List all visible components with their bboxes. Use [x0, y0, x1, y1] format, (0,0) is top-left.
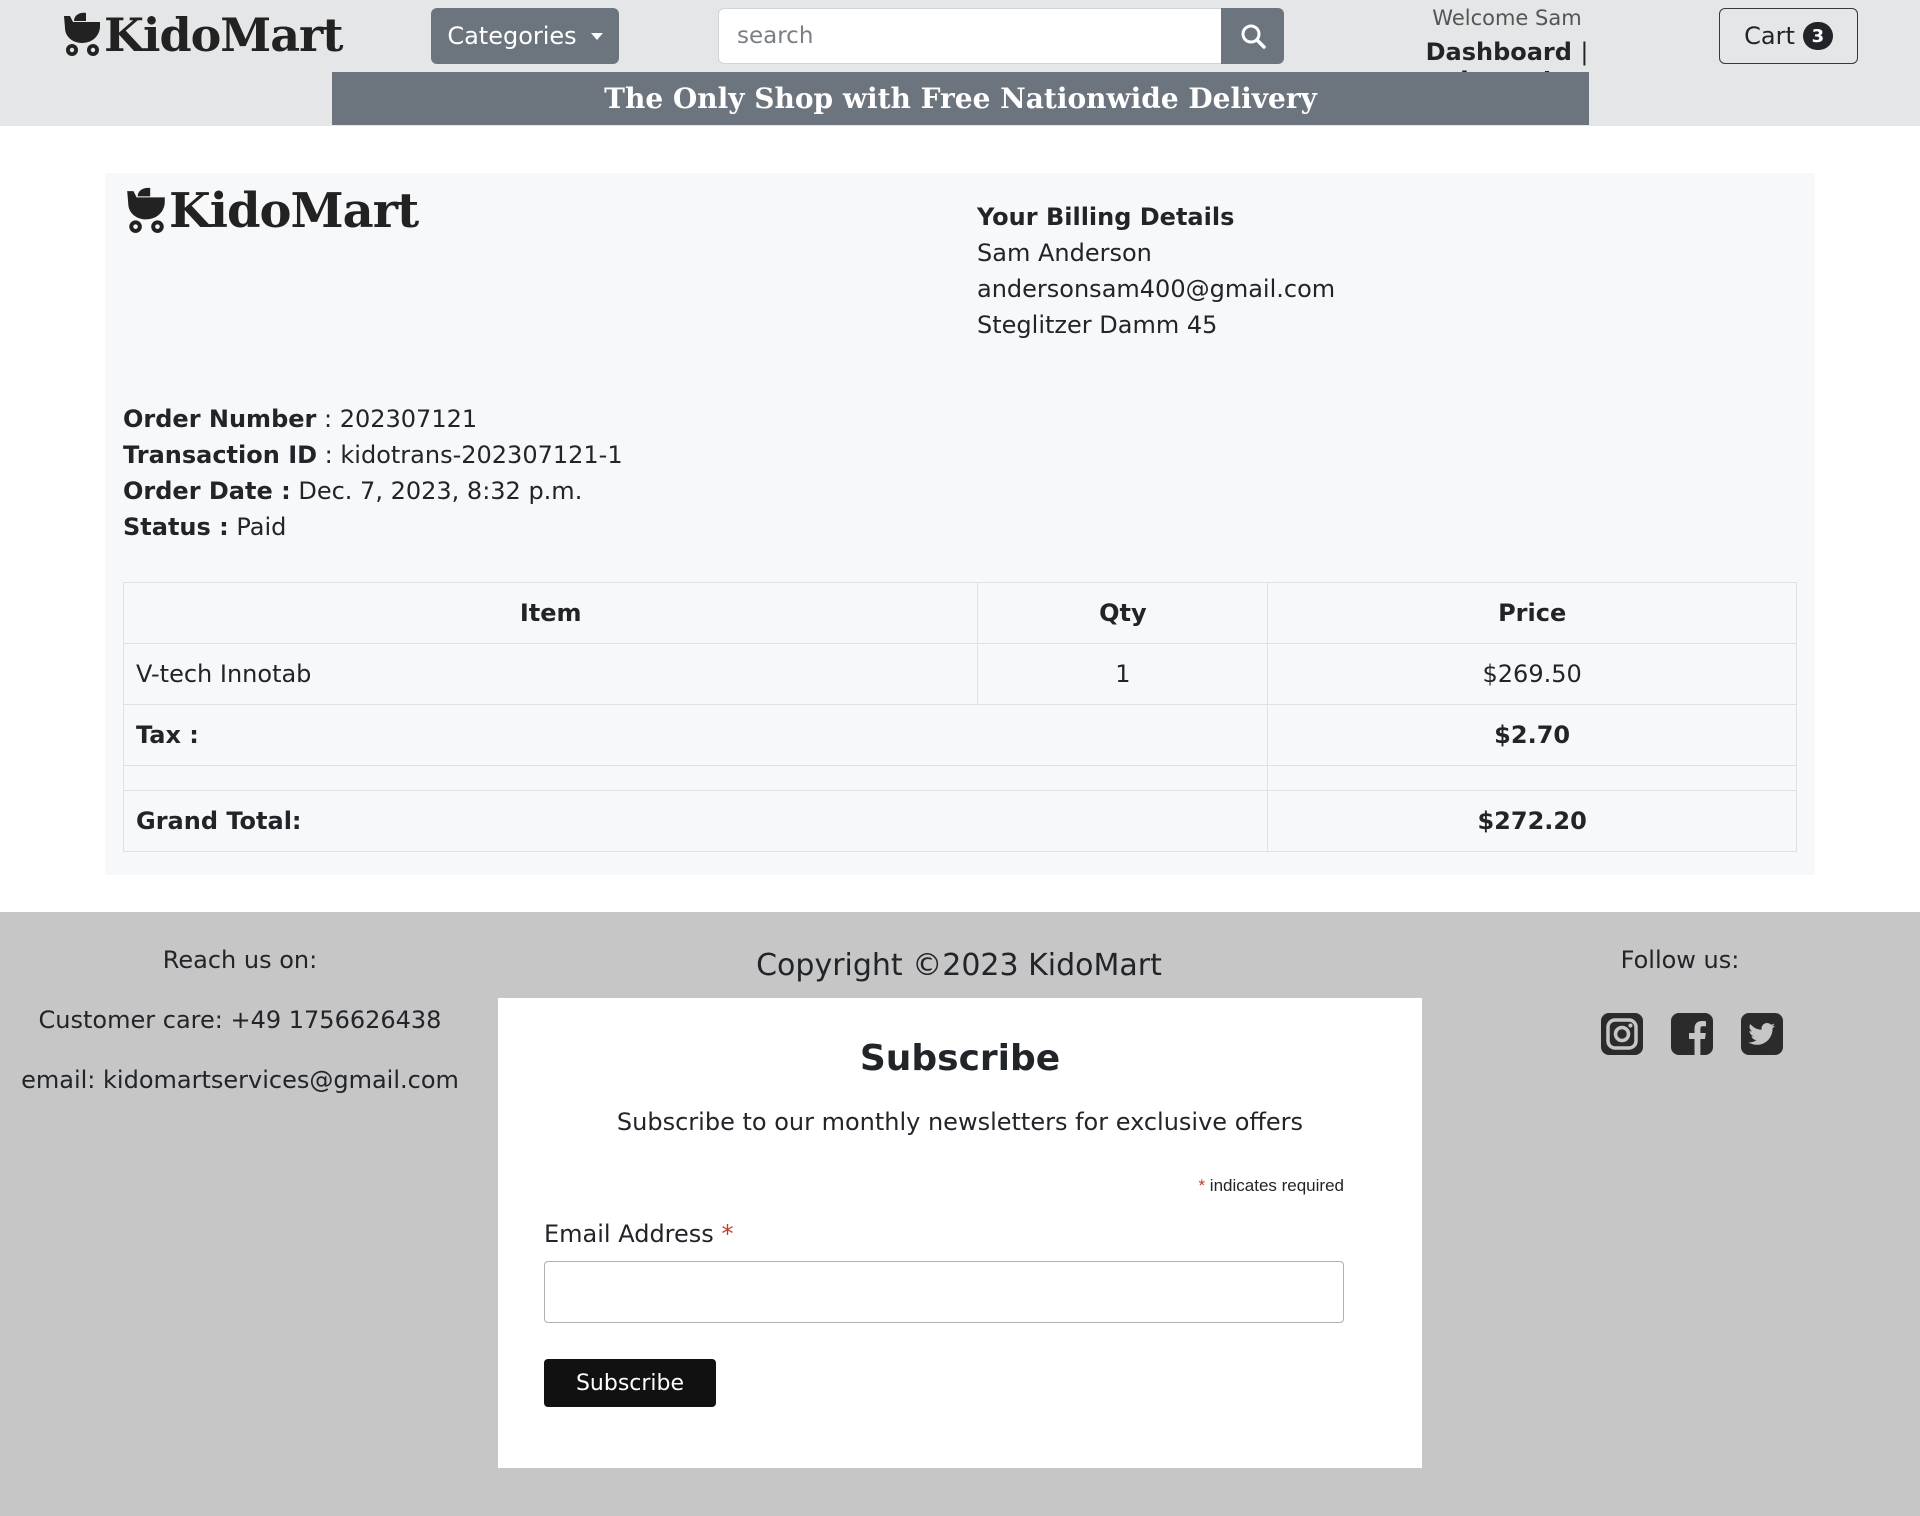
order-items-table: Item Qty Price V-tech Innotab 1 $269.50 …: [122, 582, 1797, 852]
spacer-row: [122, 765, 1797, 791]
customer-care-phone: Customer care: +49 1756626438: [38, 1006, 442, 1034]
follow-us-title: Follow us:: [1620, 946, 1740, 974]
billing-details: Your Billing Details Sam Anderson anders…: [977, 199, 1335, 343]
promo-banner: The Only Shop with Free Nationwide Deliv…: [332, 72, 1589, 125]
status-label: Status :: [123, 513, 229, 541]
status-line: Status : Paid: [123, 509, 623, 545]
contact-email-label: email:: [21, 1066, 96, 1094]
categories-dropdown-button[interactable]: Categories: [431, 8, 619, 64]
search-input[interactable]: [718, 8, 1221, 64]
email-address-label-text: Email Address: [544, 1220, 714, 1248]
subscribe-button[interactable]: Subscribe: [544, 1359, 716, 1407]
grand-total-label: Grand Total:: [122, 790, 1269, 852]
table-row: V-tech Innotab 1 $269.50: [122, 643, 1797, 705]
tax-label: Tax :: [122, 704, 1269, 766]
categories-label: Categories: [447, 22, 577, 50]
order-date-line: Order Date : Dec. 7, 2023, 8:32 p.m.: [123, 473, 623, 509]
required-asterisk: *: [1198, 1176, 1206, 1195]
spacer-cell: [122, 765, 1269, 791]
column-header-qty: Qty: [977, 582, 1269, 644]
link-separator: |: [1580, 38, 1589, 66]
order-date-value: Dec. 7, 2023, 8:32 p.m.: [298, 477, 583, 505]
instagram-icon[interactable]: [1600, 1012, 1644, 1056]
site-footer: Reach us on: Customer care: +49 17566264…: [0, 912, 1920, 1516]
transaction-id-value: kidotrans-202307121-1: [340, 441, 623, 469]
cart-label: Cart: [1744, 22, 1795, 50]
copyright-text: Copyright ©2023 KidoMart: [756, 948, 1162, 983]
cart-button[interactable]: Cart 3: [1719, 8, 1858, 64]
required-note: * indicates required: [1198, 1176, 1344, 1196]
status-value: Paid: [236, 513, 287, 541]
order-date-label: Order Date :: [123, 477, 291, 505]
search-bar: [718, 8, 1284, 64]
tax-row: Tax : $2.70: [122, 704, 1797, 766]
invoice-logo: KidoMart: [123, 183, 419, 239]
billing-name: Sam Anderson: [977, 239, 1152, 267]
item-qty: 1: [977, 643, 1269, 705]
table-header-row: Item Qty Price: [122, 582, 1797, 644]
column-header-price: Price: [1267, 582, 1797, 644]
transaction-id-line: Transaction ID : kidotrans-202307121-1: [123, 441, 623, 469]
search-icon: [1241, 24, 1266, 49]
order-number-label: Order Number: [123, 405, 317, 433]
required-note-text: indicates required: [1209, 1176, 1344, 1195]
reach-us-title: Reach us on:: [162, 946, 318, 974]
twitter-icon[interactable]: [1740, 1012, 1784, 1056]
site-header: KidoMart Categories Welcome Sam Dashboar…: [0, 0, 1920, 126]
order-number-line: Order Number : 202307121: [123, 405, 478, 433]
tax-value: $2.70: [1267, 704, 1797, 766]
email-address-label: Email Address *: [544, 1220, 733, 1248]
facebook-icon[interactable]: [1670, 1012, 1714, 1056]
caret-down-icon: [590, 32, 603, 40]
grand-total-value: $272.20: [1267, 790, 1797, 852]
subscribe-title: Subscribe: [859, 1038, 1061, 1079]
search-button[interactable]: [1221, 8, 1284, 64]
item-price: $269.50: [1267, 643, 1797, 705]
cart-count-badge: 3: [1802, 22, 1833, 50]
column-header-item: Item: [122, 582, 979, 644]
order-invoice-card: KidoMart Your Billing Details Sam Anders…: [105, 173, 1815, 875]
dashboard-link[interactable]: Dashboard: [1426, 38, 1572, 66]
contact-email-link[interactable]: kidomartservices@gmail.com: [103, 1066, 459, 1094]
stroller-icon: [127, 187, 165, 233]
site-logo[interactable]: KidoMart: [60, 8, 344, 62]
required-asterisk: *: [721, 1220, 734, 1248]
item-name: V-tech Innotab: [122, 643, 979, 705]
order-number-value: 202307121: [339, 405, 478, 433]
billing-address: Steglitzer Damm 45: [977, 311, 1218, 339]
invoice-logo-text: KidoMart: [169, 183, 419, 239]
email-address-field[interactable]: [544, 1261, 1344, 1323]
billing-email: andersonsam400@gmail.com: [977, 275, 1336, 303]
site-logo-text: KidoMart: [104, 8, 344, 62]
subscribe-description: Subscribe to our monthly newsletters for…: [616, 1108, 1304, 1136]
social-links: [1600, 1012, 1784, 1056]
billing-title: Your Billing Details: [977, 203, 1235, 231]
transaction-id-label: Transaction ID: [123, 441, 318, 469]
grand-total-row: Grand Total: $272.20: [122, 790, 1797, 852]
subscribe-form: Subscribe Subscribe to our monthly newsl…: [498, 998, 1422, 1468]
spacer-cell: [1267, 765, 1797, 791]
contact-email: email: kidomartservices@gmail.com: [0, 1066, 480, 1094]
order-meta: Order Number : 202307121 Transaction ID …: [123, 401, 623, 545]
stroller-icon: [64, 12, 100, 56]
welcome-text: Welcome Sam: [1432, 6, 1582, 30]
